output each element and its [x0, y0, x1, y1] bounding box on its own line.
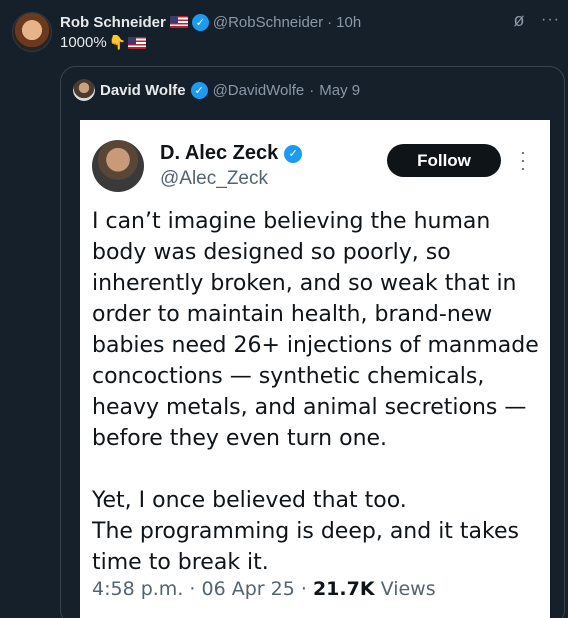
- card-author: D. Alec Zeck ✓: [160, 142, 303, 165]
- separator-dot: ·: [189, 578, 202, 600]
- separator-dot: ·: [309, 81, 315, 99]
- card-body-line: The programming is deep, and it takes: [92, 519, 519, 544]
- separator-dot: ·: [327, 13, 333, 31]
- post-text-content: 1000%: [60, 34, 107, 51]
- card-body-line: heavy metals, and animal secretions —: [92, 395, 527, 420]
- verified-icon: ✓: [191, 13, 209, 31]
- quoted-post[interactable]: David Wolfe ✓ @DavidWolfe · May 9 D. Ale…: [60, 66, 565, 618]
- post-time[interactable]: 10h: [336, 14, 361, 31]
- avatar[interactable]: [12, 12, 52, 52]
- card-body-line: concoctions — synthetic chemicals,: [92, 364, 485, 389]
- card-body-line: before they even turn one.: [92, 426, 388, 451]
- card-time: 4:58 p.m.: [92, 578, 184, 600]
- card-date: 06 Apr 25: [201, 578, 295, 600]
- more-vertical-icon: · · ·: [520, 142, 526, 178]
- follow-button: Follow: [387, 144, 501, 177]
- card-views-label: Views: [380, 578, 436, 600]
- post-text: 1000% 👇: [60, 34, 147, 51]
- quoted-author-handle: @DavidWolfe: [212, 81, 305, 99]
- card-body-line: Yet, I once believed that too.: [92, 488, 407, 513]
- post-header: Rob Schneider ✓ @RobSchneider · 10h: [60, 12, 361, 32]
- embedded-screenshot[interactable]: D. Alec Zeck ✓ @Alec_Zeck Follow · · · I c…: [80, 120, 550, 618]
- verified-icon: ✓: [190, 81, 208, 99]
- separator-dot: ·: [300, 578, 313, 600]
- card-body: I can’t imagine believing the human body …: [92, 206, 544, 578]
- author-name[interactable]: Rob Schneider: [60, 14, 166, 31]
- card-body-line: order to maintain health, brand-new: [92, 302, 493, 327]
- verified-icon: ✓: [284, 144, 303, 163]
- post-actions: ø ···: [509, 10, 560, 30]
- author-handle[interactable]: @RobSchneider: [213, 14, 323, 31]
- card-body-line: I can’t imagine believing the human: [92, 209, 491, 234]
- card-body-line: body was designed so poorly, so: [92, 240, 451, 265]
- us-flag-icon: [169, 16, 188, 28]
- quoted-post-date: May 9: [319, 81, 361, 99]
- card-author-handle: @Alec_Zeck: [160, 168, 268, 189]
- quoted-author-name: David Wolfe: [100, 81, 186, 99]
- card-author-name: D. Alec Zeck: [160, 142, 279, 164]
- more-icon[interactable]: ···: [541, 11, 560, 29]
- card-body-line: babies need 26+ injections of manmade: [92, 333, 539, 358]
- us-flag-icon: [128, 36, 147, 49]
- card-body-line: time to break it.: [92, 550, 269, 575]
- card-body-line: inherently broken, and so weak that in: [92, 271, 517, 296]
- post: Rob Schneider ✓ @RobSchneider · 10h ø ··…: [0, 0, 568, 618]
- avatar[interactable]: [73, 79, 95, 101]
- grok-icon[interactable]: ø: [509, 10, 529, 30]
- quoted-post-header: David Wolfe ✓ @DavidWolfe · May 9: [73, 79, 360, 101]
- avatar: [92, 140, 144, 192]
- card-paragraph-2: Yet, I once believed that too. The progra…: [92, 485, 544, 578]
- card-paragraph-1: I can’t imagine believing the human body …: [92, 206, 544, 454]
- card-views-count: 21.7K: [312, 578, 375, 600]
- card-meta: 4:58 p.m. · 06 Apr 25 · 21.7K Views: [92, 578, 436, 600]
- pointing-down-icon: 👇: [108, 34, 127, 50]
